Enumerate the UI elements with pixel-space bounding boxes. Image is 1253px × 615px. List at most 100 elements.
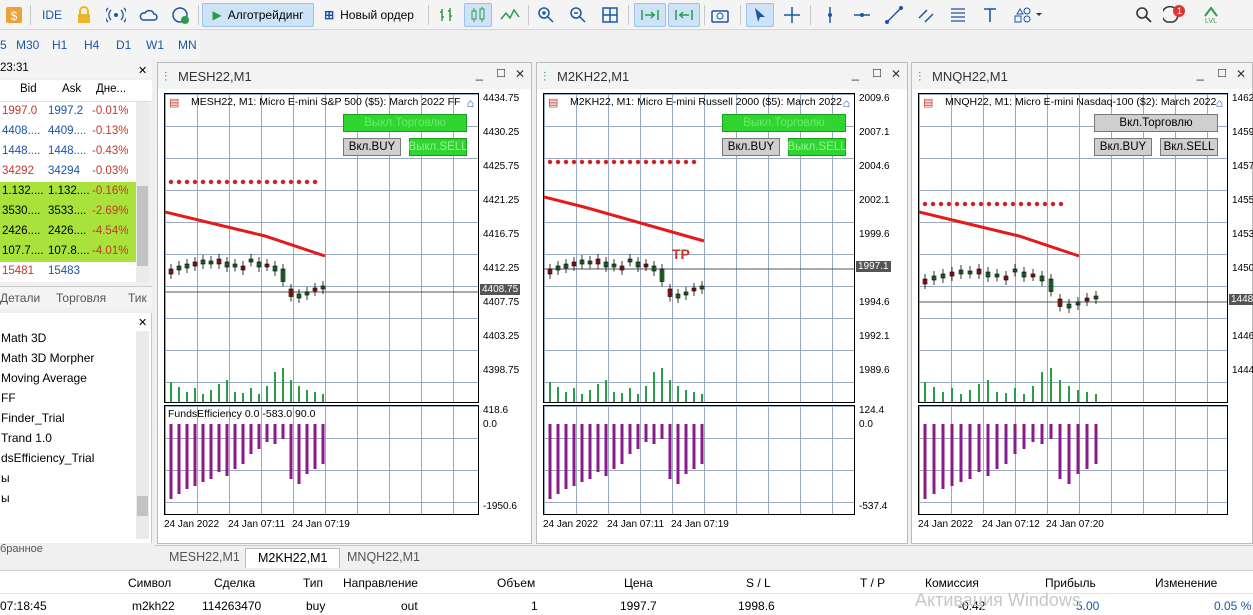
col-change[interactable]: Дне...	[96, 83, 126, 95]
notifications-icon[interactable]: 1	[1162, 3, 1190, 27]
grid-icon[interactable]	[598, 3, 622, 27]
chart-shift-icon[interactable]	[668, 3, 700, 27]
cloud-icon[interactable]	[136, 3, 160, 27]
scrollbar-thumb[interactable]	[137, 496, 148, 516]
screenshot-icon[interactable]	[708, 3, 732, 27]
market-watch-row[interactable]: 3530.... 3533.... -2.69%	[0, 202, 136, 222]
chart-window[interactable]: ⫶ M2KH22,M1 _ ☐ ✕ M2KH22, M1: Micro E-mini Ru…	[536, 62, 908, 544]
market-watch-row[interactable]: 34292 34294 -0.03%	[0, 162, 136, 182]
new-order-button[interactable]: ⊞ Новый ордер	[318, 3, 420, 27]
maximize-icon[interactable]: ☐	[1217, 67, 1227, 80]
candlestick-icon[interactable]	[464, 3, 492, 27]
market-watch-row[interactable]: 107.7.... 107.8.... -4.01%	[0, 242, 136, 262]
zoom-out-icon[interactable]	[566, 3, 590, 27]
timeframe-0[interactable]: 5	[0, 38, 7, 52]
line-chart-icon[interactable]	[498, 3, 522, 27]
cursor-icon[interactable]	[746, 3, 774, 27]
maximize-icon[interactable]: ☐	[496, 67, 506, 80]
autoscroll-icon[interactable]	[634, 3, 666, 27]
col-bid[interactable]: Bid	[20, 83, 37, 95]
col-type[interactable]: Тип	[303, 576, 323, 590]
col-change[interactable]: Изменение	[1155, 576, 1217, 590]
price-chart[interactable]: MNQH22, M1: Micro E-mini Nasdaq-100 ($2)…	[918, 93, 1228, 403]
timeframe-6[interactable]: MN	[178, 38, 197, 52]
chart-menu-icon[interactable]: ▤	[548, 96, 558, 109]
navigator-item[interactable]: Math 3D	[1, 331, 46, 345]
chart-menu-icon[interactable]: ▤	[923, 96, 933, 109]
market-watch-row[interactable]: 15481 15483	[0, 262, 136, 282]
close-market-watch-icon[interactable]: ✕	[138, 64, 147, 77]
close-icon[interactable]: ✕	[1236, 67, 1246, 81]
tab-details[interactable]: Детали	[0, 291, 40, 305]
algotrading-button[interactable]: ▶ Алготрейдинг	[202, 3, 314, 27]
search-icon[interactable]	[1132, 3, 1156, 27]
text-icon[interactable]	[978, 3, 1002, 27]
navigator-item[interactable]: FF	[1, 391, 16, 405]
col-ask[interactable]: Ask	[62, 83, 81, 95]
horizontal-line-icon[interactable]	[850, 3, 874, 27]
minimize-icon[interactable]: _	[852, 66, 859, 81]
toggle-trading-button[interactable]: Выкл.Торговлю	[722, 114, 846, 132]
market-watch-row[interactable]: 2426.... 2426.... -4.54%	[0, 222, 136, 242]
col-price[interactable]: Цена	[624, 576, 653, 590]
price-chart[interactable]: M2KH22, M1: Micro E-mini Russell 2000 ($…	[543, 93, 855, 403]
col-tp[interactable]: T / P	[860, 576, 885, 590]
minimize-icon[interactable]: _	[1197, 66, 1204, 81]
close-icon[interactable]: ✕	[891, 67, 901, 81]
crosshair-icon[interactable]	[780, 3, 804, 27]
col-deal[interactable]: Сделка	[214, 576, 255, 590]
timeframe-2[interactable]: H1	[52, 38, 67, 52]
lock-icon[interactable]	[72, 3, 96, 27]
chart-window-titlebar[interactable]: ⫶ MESH22,M1 _ ☐ ✕	[158, 63, 531, 89]
close-icon[interactable]: ✕	[515, 67, 525, 81]
bar-chart-icon[interactable]	[434, 3, 458, 27]
toggle-sell-button[interactable]: Выкл.SELL	[787, 138, 847, 156]
col-volume[interactable]: Объем	[497, 576, 535, 590]
toggle-buy-button[interactable]: Вкл.BUY	[343, 138, 401, 156]
chart-window-titlebar[interactable]: ⫶ M2KH22,M1 _ ☐ ✕	[537, 63, 907, 89]
dollar-icon[interactable]: $	[3, 3, 25, 27]
price-chart[interactable]: MESH22, M1: Micro E-mini S&P 500 ($5): M…	[164, 93, 479, 403]
market-watch-row[interactable]: 1448.... 1448.... -0.43%	[0, 142, 136, 162]
market-watch-row[interactable]: 1997.0 1997.2 -0.01%	[0, 102, 136, 122]
market-watch-row[interactable]: 1.132.... 1.132.... -0.16%	[0, 182, 136, 202]
navigator-item[interactable]: ы	[1, 491, 10, 505]
col-commission[interactable]: Комиссия	[925, 576, 979, 590]
col-sl[interactable]: S / L	[746, 576, 771, 590]
col-symbol[interactable]: Символ	[128, 576, 171, 590]
chart-menu-icon[interactable]: ▤	[169, 96, 179, 109]
toggle-trading-button[interactable]: Вкл.Торговлю	[1094, 114, 1218, 132]
scrollbar-thumb[interactable]	[137, 186, 148, 266]
favorites-tab[interactable]: бранное	[0, 543, 43, 555]
toggle-sell-button[interactable]: Выкл.SELL	[408, 138, 468, 156]
toggle-sell-button[interactable]: Вкл.SELL	[1160, 138, 1218, 156]
timeframe-4[interactable]: D1	[116, 38, 131, 52]
chart-window[interactable]: ⫶ MNQH22,M1 _ ☐ ✕ MNQH22, M1: Micro E-mini Na…	[911, 62, 1253, 544]
tab-trading[interactable]: Торговля	[56, 291, 106, 305]
fibonacci-icon[interactable]	[946, 3, 970, 27]
maximize-icon[interactable]: ☐	[872, 67, 882, 80]
navigator-item[interactable]: Math 3D Morpher	[1, 351, 94, 365]
navigator-item[interactable]: Moving Average	[1, 371, 87, 385]
navigator-item[interactable]: ы	[1, 471, 10, 485]
tab-ticks[interactable]: Тик	[128, 291, 147, 305]
indicator-chart[interactable]	[543, 405, 855, 515]
timeframe-5[interactable]: W1	[146, 38, 164, 52]
indicator-chart[interactable]	[918, 405, 1228, 515]
market-watch-row[interactable]: 4408.... 4409.... -0.13%	[0, 122, 136, 142]
col-direction[interactable]: Направление	[343, 576, 418, 590]
chart-window-titlebar[interactable]: ⫶ MNQH22,M1 _ ☐ ✕	[912, 63, 1252, 89]
shapes-menu-icon[interactable]	[1010, 3, 1048, 27]
signal-icon[interactable]	[104, 3, 128, 27]
minimize-icon[interactable]: _	[476, 66, 483, 81]
col-profit[interactable]: Прибыль	[1045, 576, 1096, 590]
timeframe-3[interactable]: H4	[84, 38, 99, 52]
timeframe-1[interactable]: M30	[16, 38, 39, 52]
navigator-scrollbar[interactable]	[136, 331, 149, 539]
close-navigator-icon[interactable]: ✕	[138, 316, 147, 329]
level-icon[interactable]: LVL	[1198, 3, 1224, 27]
tab-mesh22[interactable]: MESH22,M1	[157, 548, 252, 568]
vps-icon[interactable]	[168, 3, 192, 27]
navigator-item[interactable]: dsEfficiency_Trial	[1, 451, 94, 465]
tab-mnqh22[interactable]: MNQH22,M1	[335, 548, 432, 568]
